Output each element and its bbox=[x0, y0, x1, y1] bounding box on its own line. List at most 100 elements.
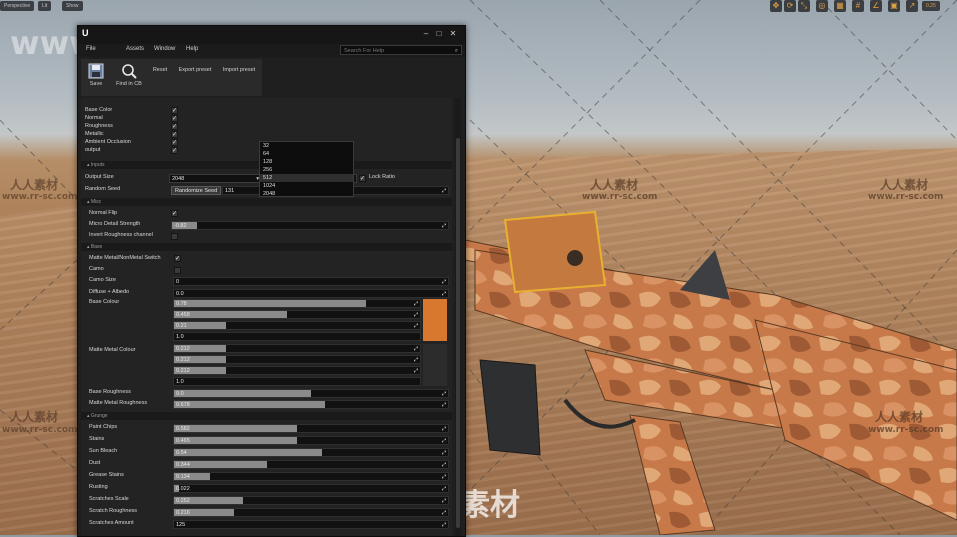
base-colour-label: Base Colour bbox=[89, 299, 120, 305]
normal-flip-checkbox[interactable]: ✓ bbox=[171, 210, 178, 217]
matte-metal-b-slider[interactable]: 0.212 ⤢ bbox=[173, 366, 421, 375]
camo-rifle-model[interactable] bbox=[455, 200, 957, 535]
move-icon[interactable]: ✥ bbox=[770, 0, 782, 12]
base-roughness-slider[interactable]: 0.0 ⤢ bbox=[173, 389, 449, 398]
output-label: Ambient Occlusion bbox=[85, 139, 131, 145]
camo-checkbox[interactable] bbox=[174, 267, 181, 274]
matte-switch-checkbox[interactable]: ✓ bbox=[174, 255, 181, 262]
snap-icon[interactable]: ▦ bbox=[834, 0, 846, 12]
grunge-slider[interactable]: 0.465 ⤢ bbox=[173, 436, 449, 445]
dropdown-option[interactable]: 32 bbox=[260, 142, 353, 150]
angle-snap-icon[interactable]: ∠ bbox=[870, 0, 882, 12]
menu-assets[interactable]: Assets bbox=[126, 46, 144, 52]
base-colour-g-slider[interactable]: 0.458 ⤢ bbox=[173, 310, 421, 319]
world-icon[interactable]: ◎ bbox=[816, 0, 828, 12]
output-label: Base Color bbox=[85, 107, 113, 113]
help-search-input[interactable]: Search For Help ⌕ bbox=[340, 45, 462, 55]
scale-snap-icon[interactable]: ▣ bbox=[888, 0, 900, 12]
output-size-x-select[interactable]: 2048 ▾ bbox=[169, 174, 262, 183]
diffuse-albedo-slider[interactable]: 0.0 ⤢ bbox=[173, 289, 449, 298]
grunge-slider[interactable]: 0.54 ⤢ bbox=[173, 448, 449, 457]
matte-metal-g-slider[interactable]: 0.212 ⤢ bbox=[173, 355, 421, 364]
micro-detail-row: Micro Detail Strength -0.82 ⤢ bbox=[81, 220, 452, 231]
base-colour-a-slider[interactable]: 1.0 bbox=[173, 332, 421, 341]
grunge-row: Paint Chips 0.582 ⤢ bbox=[81, 423, 452, 434]
base-colour-r-slider[interactable]: 0.78 ⤢ bbox=[173, 299, 421, 308]
base-roughness-label: Base Roughness bbox=[89, 389, 131, 395]
output-size-dropdown-list[interactable]: 32 64 128 256 512 1024 2048 bbox=[259, 141, 354, 197]
perspective-button[interactable]: Perspective bbox=[0, 1, 35, 11]
misc-section-header[interactable]: ▴ Misc bbox=[81, 198, 452, 206]
output-checkbox[interactable]: ✓ bbox=[171, 123, 178, 130]
grunge-slider[interactable]: 0.344 ⤢ bbox=[173, 460, 449, 469]
rotate-icon[interactable]: ⟳ bbox=[784, 0, 796, 12]
grunge-label: Rusting bbox=[89, 484, 108, 490]
menu-file[interactable]: File bbox=[86, 46, 96, 52]
minimize-icon[interactable]: – bbox=[421, 29, 431, 38]
matte-metal-colour-label: Matte Metal Colour bbox=[89, 347, 136, 353]
output-checkbox[interactable]: ✓ bbox=[171, 147, 178, 154]
output-checkbox[interactable]: ✓ bbox=[171, 131, 178, 138]
close-icon[interactable]: ✕ bbox=[448, 29, 458, 38]
drag-arrows-icon: ⤢ bbox=[413, 301, 418, 307]
substance-editor-window[interactable]: U – □ ✕ File Assets Window Help Search F… bbox=[77, 25, 466, 537]
drag-arrows-icon: ⤢ bbox=[441, 474, 446, 480]
matte-metal-r-slider[interactable]: 0.212 ⤢ bbox=[173, 344, 421, 353]
base-colour-b-slider[interactable]: 0.21 ⤢ bbox=[173, 321, 421, 330]
reset-button[interactable]: Reset bbox=[149, 59, 171, 96]
maximize-icon[interactable]: □ bbox=[434, 29, 444, 38]
grunge-slider[interactable]: 125 ⤢ bbox=[173, 520, 449, 529]
slider-fill bbox=[174, 311, 288, 318]
output-checkbox[interactable]: ✓ bbox=[171, 139, 178, 146]
base-colour-swatch[interactable] bbox=[423, 299, 447, 341]
lit-button[interactable]: Lit bbox=[38, 1, 52, 11]
grunge-slider[interactable]: 0.216 ⤢ bbox=[173, 508, 449, 517]
grunge-label: Paint Chips bbox=[89, 424, 118, 430]
menu-help[interactable]: Help bbox=[186, 46, 198, 52]
dropdown-option[interactable]: 2048 bbox=[260, 190, 353, 198]
dropdown-option[interactable]: 512 bbox=[260, 174, 353, 182]
dropdown-option[interactable]: 256 bbox=[260, 166, 353, 174]
base-section-header[interactable]: ▴ Base bbox=[81, 243, 452, 251]
camo-size-slider[interactable]: 0 ⤢ bbox=[173, 277, 449, 286]
watermark-cn: 人人素材 bbox=[880, 178, 929, 192]
grunge-value: 0.54 bbox=[176, 450, 187, 456]
details-scrollbar[interactable] bbox=[455, 98, 461, 536]
grunge-slider[interactable]: 0.134 ⤢ bbox=[173, 472, 449, 481]
show-button[interactable]: Show bbox=[62, 1, 83, 11]
dropdown-option[interactable]: 64 bbox=[260, 150, 353, 158]
output-checkbox[interactable]: ✓ bbox=[171, 107, 178, 114]
matte-metal-a-slider[interactable]: 1.0 bbox=[173, 377, 421, 386]
misc-section-label: Misc bbox=[90, 199, 102, 205]
editor-titlebar[interactable]: U – □ ✕ bbox=[78, 26, 465, 44]
invert-roughness-checkbox[interactable] bbox=[171, 233, 178, 240]
find-in-cb-button[interactable]: Find in CB bbox=[113, 59, 145, 96]
grunge-slider[interactable]: 0.252 ⤢ bbox=[173, 496, 449, 505]
grid-snap-icon[interactable]: # bbox=[852, 0, 864, 12]
save-button[interactable]: Save bbox=[83, 59, 109, 96]
base-colour-a-value: 1.0 bbox=[176, 334, 184, 340]
grunge-value: 0.344 bbox=[176, 462, 190, 468]
grunge-section-header[interactable]: ▴ Grunge bbox=[81, 412, 452, 420]
menu-window[interactable]: Window bbox=[154, 46, 175, 52]
output-checkbox[interactable]: ✓ bbox=[171, 115, 178, 122]
matte-metal-colour-swatch[interactable] bbox=[423, 344, 447, 386]
scrollbar-thumb[interactable] bbox=[456, 138, 460, 528]
grunge-slider[interactable]: 0.582 ⤢ bbox=[173, 424, 449, 433]
grunge-value: 0.134 bbox=[176, 474, 190, 480]
watermark-url: www.rr-sc.com bbox=[868, 192, 944, 202]
grunge-slider[interactable]: 0.022 ⤢ bbox=[173, 484, 449, 493]
export-preset-button[interactable]: Export preset bbox=[175, 59, 215, 96]
lock-ratio-checkbox[interactable]: ✓ bbox=[359, 175, 366, 182]
import-preset-button[interactable]: Import preset bbox=[219, 59, 259, 96]
menu-bar: File Assets Window Help Search For Help … bbox=[78, 44, 465, 57]
dropdown-option[interactable]: 1024 bbox=[260, 182, 353, 190]
dropdown-options: 32 64 128 256 512 1024 2048 bbox=[260, 142, 353, 198]
scale-icon[interactable]: ⤡ bbox=[798, 0, 810, 12]
randomize-seed-button[interactable]: Randomize Seed bbox=[171, 186, 222, 195]
camera-speed-icon[interactable]: ↗ bbox=[906, 0, 918, 12]
micro-detail-slider[interactable]: -0.82 ⤢ bbox=[171, 221, 449, 230]
lock-ratio-label: Lock Ratio bbox=[369, 174, 395, 180]
dropdown-option[interactable]: 128 bbox=[260, 158, 353, 166]
matte-metal-roughness-slider[interactable]: 0.678 ⤢ bbox=[173, 400, 449, 409]
